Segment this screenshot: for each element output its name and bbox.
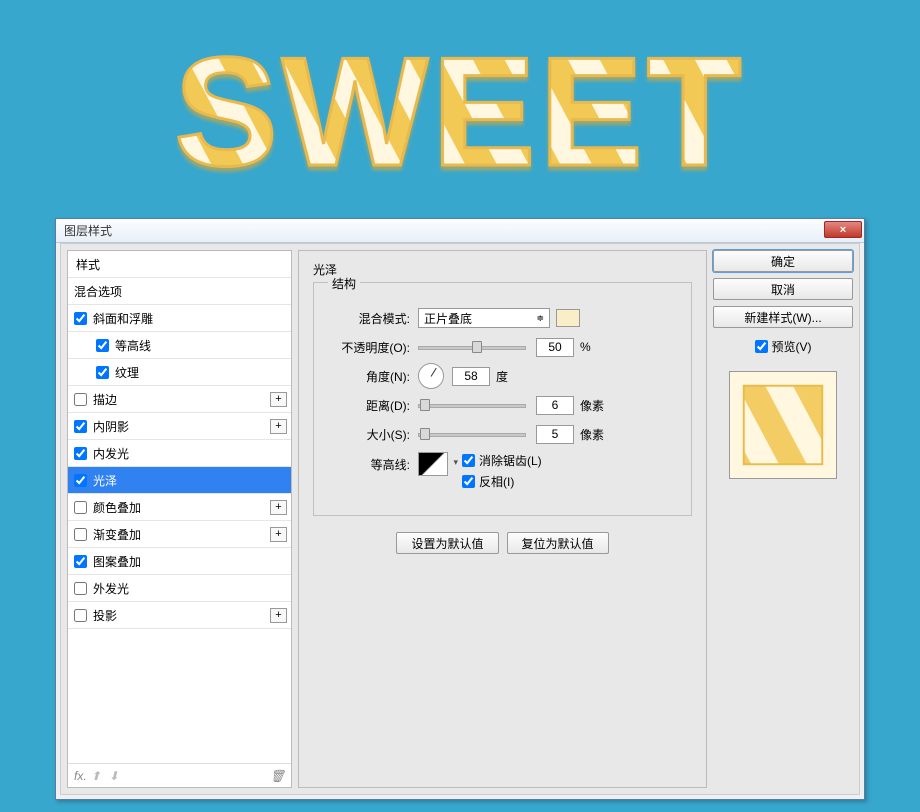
ok-button[interactable]: 确定 (713, 250, 853, 272)
opacity-slider[interactable] (418, 340, 526, 354)
dialog-body: 样式 混合选项 斜面和浮雕 等高线 纹理 描边 + (60, 243, 860, 795)
distance-unit: 像素 (580, 397, 604, 414)
style-item-drop-shadow[interactable]: 投影 + (68, 602, 291, 629)
cancel-button[interactable]: 取消 (713, 278, 853, 300)
style-checkbox[interactable] (74, 528, 87, 541)
opacity-label: 不透明度(O): (326, 339, 410, 356)
contour-row: 等高线: 消除锯齿(L) 反相(I) (326, 452, 679, 490)
add-effect-button[interactable]: + (270, 500, 287, 515)
style-checkbox[interactable] (74, 420, 87, 433)
style-item-stroke[interactable]: 描边 + (68, 386, 291, 413)
structure-fieldset: 结构 混合模式: 正片叠底 ≑ 不透明度(O): (313, 282, 692, 516)
style-item-inner-shadow[interactable]: 内阴影 + (68, 413, 291, 440)
trash-icon[interactable]: 🗑 (270, 769, 285, 783)
style-checkbox[interactable] (96, 339, 109, 352)
dialog-titlebar[interactable]: 图层样式 (56, 219, 864, 243)
size-input[interactable] (536, 425, 574, 444)
invert-row[interactable]: 反相(I) (462, 473, 542, 490)
antialias-row[interactable]: 消除锯齿(L) (462, 452, 542, 469)
opacity-row: 不透明度(O): % (326, 336, 679, 358)
sweet-decorative-text: SWEET (0, 0, 920, 215)
right-button-panel: 确定 取消 新建样式(W)... 预览(V) (713, 250, 853, 788)
size-slider[interactable] (418, 427, 526, 441)
blend-mode-label: 混合模式: (326, 310, 410, 327)
angle-label: 角度(N): (326, 368, 410, 385)
contour-label: 等高线: (326, 456, 410, 473)
fx-icon[interactable]: fx (74, 769, 83, 783)
distance-row: 距离(D): 像素 (326, 394, 679, 416)
satin-color-swatch[interactable] (556, 309, 580, 327)
style-checkbox[interactable] (74, 474, 87, 487)
style-item-texture[interactable]: 纹理 (68, 359, 291, 386)
style-checkbox[interactable] (74, 609, 87, 622)
close-icon: × (840, 224, 846, 236)
size-unit: 像素 (580, 426, 604, 443)
preview-thumbnail (729, 371, 837, 479)
move-down-icon[interactable]: ⬇ (109, 769, 119, 783)
panel-title: 光泽 (313, 261, 692, 278)
style-item-gradient-overlay[interactable]: 渐变叠加 + (68, 521, 291, 548)
antialias-checkbox[interactable] (462, 454, 475, 467)
svg-text:SWEET: SWEET (174, 30, 745, 198)
blend-mode-dropdown[interactable]: 正片叠底 ≑ (418, 308, 550, 328)
invert-checkbox[interactable] (462, 475, 475, 488)
style-checkbox[interactable] (74, 312, 87, 325)
angle-dial[interactable] (418, 363, 444, 389)
size-row: 大小(S): 像素 (326, 423, 679, 445)
style-item-contour[interactable]: 等高线 (68, 332, 291, 359)
style-item-color-overlay[interactable]: 颜色叠加 + (68, 494, 291, 521)
style-checkbox[interactable] (96, 366, 109, 379)
add-effect-button[interactable]: + (270, 419, 287, 434)
chevron-updown-icon: ≑ (536, 313, 544, 324)
move-up-icon[interactable]: ⬆ (91, 769, 101, 783)
distance-input[interactable] (536, 396, 574, 415)
angle-row: 角度(N): 度 (326, 365, 679, 387)
add-effect-button[interactable]: + (270, 608, 287, 623)
blend-mode-row: 混合模式: 正片叠底 ≑ (326, 307, 679, 329)
reset-default-button[interactable]: 复位为默认值 (507, 532, 609, 554)
add-effect-button[interactable]: + (270, 392, 287, 407)
opacity-input[interactable] (536, 338, 574, 357)
preview-checkbox-row[interactable]: 预览(V) (713, 338, 853, 355)
distance-slider[interactable] (418, 398, 526, 412)
preview-checkbox[interactable] (755, 340, 768, 353)
style-checkbox[interactable] (74, 555, 87, 568)
style-item-satin[interactable]: 光泽 (68, 467, 291, 494)
angle-input[interactable] (452, 367, 490, 386)
style-item-inner-glow[interactable]: 内发光 (68, 440, 291, 467)
styles-heading[interactable]: 样式 (68, 251, 291, 278)
contour-picker[interactable] (418, 452, 448, 476)
style-checkbox[interactable] (74, 447, 87, 460)
default-buttons-row: 设置为默认值 复位为默认值 (313, 532, 692, 554)
angle-unit: 度 (496, 368, 508, 385)
settings-panel: 光泽 结构 混合模式: 正片叠底 ≑ 不透明度(O): (298, 250, 707, 788)
style-checkbox[interactable] (74, 501, 87, 514)
distance-label: 距离(D): (326, 397, 410, 414)
layer-style-dialog: 图层样式 × 样式 混合选项 斜面和浮雕 等高线 纹理 (55, 218, 865, 800)
style-item-outer-glow[interactable]: 外发光 (68, 575, 291, 602)
style-item-bevel[interactable]: 斜面和浮雕 (68, 305, 291, 332)
style-checkbox[interactable] (74, 582, 87, 595)
styles-footer: fx. ⬆ ⬇ 🗑 (68, 763, 291, 787)
dialog-title: 图层样式 (64, 222, 112, 239)
blending-options-item[interactable]: 混合选项 (68, 278, 291, 305)
dialog-close-button[interactable]: × (824, 221, 862, 238)
style-item-pattern-overlay[interactable]: 图案叠加 (68, 548, 291, 575)
style-checkbox[interactable] (74, 393, 87, 406)
set-default-button[interactable]: 设置为默认值 (396, 532, 498, 554)
styles-list-panel: 样式 混合选项 斜面和浮雕 等高线 纹理 描边 + (67, 250, 292, 788)
size-label: 大小(S): (326, 426, 410, 443)
structure-legend: 结构 (328, 275, 360, 292)
add-effect-button[interactable]: + (270, 527, 287, 542)
opacity-unit: % (580, 340, 591, 354)
new-style-button[interactable]: 新建样式(W)... (713, 306, 853, 328)
